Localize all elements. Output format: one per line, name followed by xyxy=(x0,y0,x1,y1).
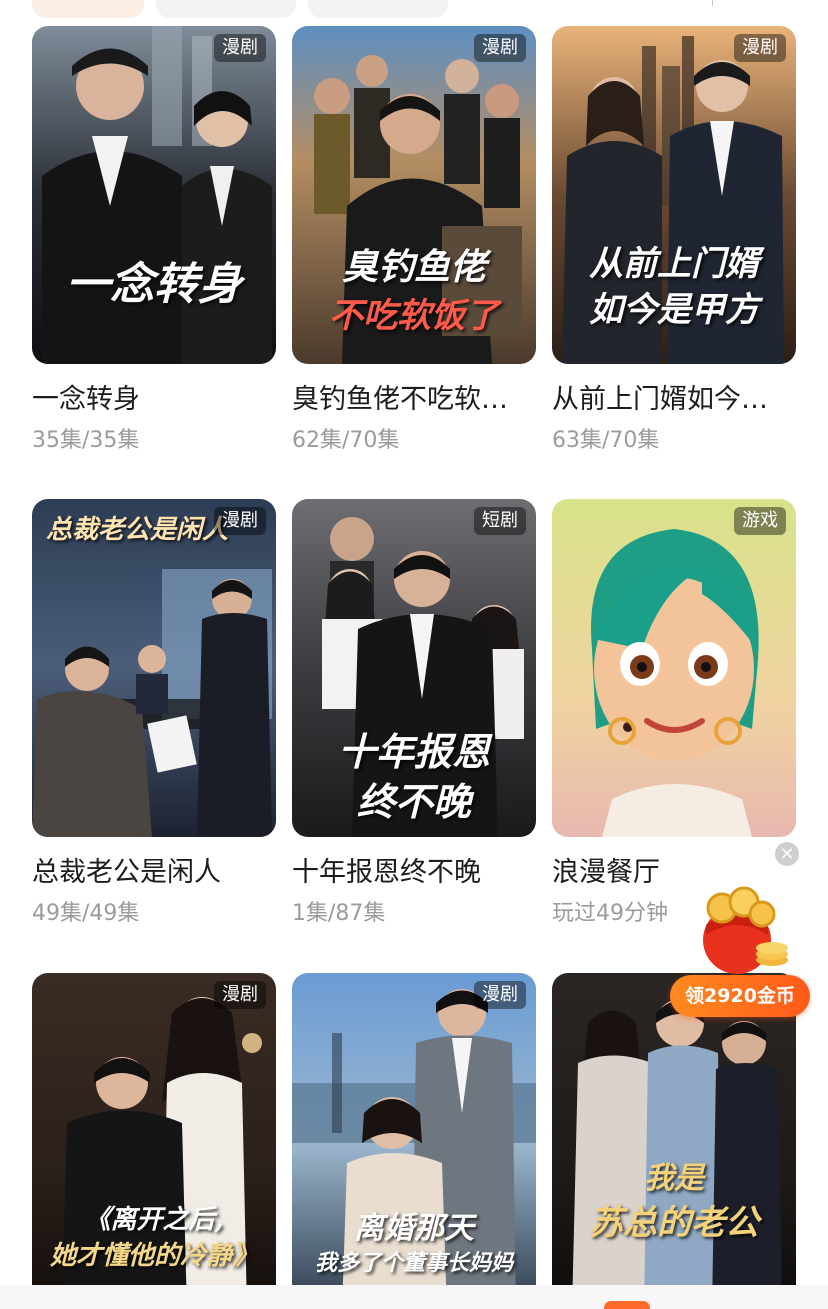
category-tag: 漫剧 xyxy=(214,34,266,62)
cover-title: 不吃软饭了 xyxy=(329,296,499,336)
episode-count: 63集/70集 xyxy=(552,428,660,453)
cover-image[interactable]: 《离开之后, 她才懂他的冷静》 漫剧 xyxy=(32,973,276,1309)
red-envelope-coin-icon[interactable] xyxy=(692,880,792,980)
card-title[interactable]: 总裁老公是闲人 xyxy=(32,855,276,891)
episode-count: 62集/70集 xyxy=(292,428,400,453)
drama-card[interactable]: 十年报恩 终不晚 短剧 十年报恩终不晚 1集/87集 xyxy=(292,499,536,929)
cover-image[interactable]: 我是 苏总的老公 xyxy=(552,973,796,1309)
cover-image[interactable]: 十年报恩 终不晚 短剧 xyxy=(292,499,536,837)
drama-card[interactable]: 我是 苏总的老公 xyxy=(552,973,796,1309)
cover-art xyxy=(32,499,276,837)
cover-title: 她才懂他的冷静》 xyxy=(49,1241,258,1271)
category-chip[interactable] xyxy=(308,0,448,18)
cover-title: 我是 xyxy=(644,1161,704,1196)
cover-title: 如今是甲方 xyxy=(589,290,759,330)
cover-image[interactable]: 离婚那天 我多了个董事长妈妈 漫剧 xyxy=(292,973,536,1309)
episode-count: 49集/49集 xyxy=(32,901,140,926)
cover-image[interactable]: 臭钓鱼佬 不吃软饭了 漫剧 xyxy=(292,26,536,364)
category-tag: 漫剧 xyxy=(214,981,266,1009)
category-tag: 漫剧 xyxy=(474,981,526,1009)
claim-coins-button[interactable]: 领2920金币 xyxy=(670,975,810,1017)
cover-title: 《离开之后, xyxy=(84,1205,224,1235)
drama-card[interactable]: 臭钓鱼佬 不吃软饭了 漫剧 臭钓鱼佬不吃软… 62集/70集 xyxy=(292,26,536,456)
close-icon[interactable]: × xyxy=(775,842,799,866)
bottom-indicator xyxy=(604,1301,650,1309)
category-chip[interactable] xyxy=(156,0,296,18)
cover-art xyxy=(32,26,276,364)
divider xyxy=(712,0,713,6)
category-tag: 短剧 xyxy=(474,507,526,535)
category-tag: 漫剧 xyxy=(734,34,786,62)
category-tag: 漫剧 xyxy=(214,507,266,535)
category-tag: 漫剧 xyxy=(474,34,526,62)
cover-image[interactable]: 一念转身 漫剧 xyxy=(32,26,276,364)
cover-title: 臭钓鱼佬 xyxy=(341,246,486,288)
cover-art xyxy=(552,973,796,1309)
drama-card[interactable]: 《离开之后, 她才懂他的冷静》 漫剧 xyxy=(32,973,276,1309)
feed-page: 一念转身 漫剧 一念转身 35集/35集 臭钓鱼佬 不吃软饭了 漫剧 臭钓鱼佬不… xyxy=(0,0,828,1309)
bottom-bar xyxy=(0,1285,828,1309)
category-tag: 游戏 xyxy=(734,507,786,535)
game-card[interactable]: 游戏 浪漫餐厅 玩过49分钟 xyxy=(552,499,796,929)
card-title[interactable]: 臭钓鱼佬不吃软… xyxy=(292,382,536,418)
cover-art xyxy=(552,499,796,837)
card-title[interactable]: 从前上门婿如今… xyxy=(552,382,796,418)
cover-title: 终不晚 xyxy=(356,779,471,824)
cover-image[interactable]: 从前上门婿 如今是甲方 漫剧 xyxy=(552,26,796,364)
cover-title: 十年报恩 xyxy=(337,729,490,774)
episode-count: 1集/87集 xyxy=(292,901,386,926)
drama-card[interactable]: 从前上门婿 如今是甲方 漫剧 从前上门婿如今… 63集/70集 xyxy=(552,26,796,456)
drama-card[interactable]: 离婚那天 我多了个董事长妈妈 漫剧 xyxy=(292,973,536,1309)
cover-title: 苏总的老公 xyxy=(589,1203,759,1243)
episode-count: 35集/35集 xyxy=(32,428,140,453)
category-chip[interactable] xyxy=(32,0,144,18)
cover-image[interactable]: 游戏 xyxy=(552,499,796,837)
cover-image[interactable]: 总裁老公是闲人 漫剧 xyxy=(32,499,276,837)
drama-card[interactable]: 一念转身 漫剧 一念转身 35集/35集 xyxy=(32,26,276,456)
cover-title: 一念转身 xyxy=(66,259,242,310)
cover-title: 我多了个董事长妈妈 xyxy=(314,1250,513,1276)
card-title[interactable]: 一念转身 xyxy=(32,382,276,418)
cover-title: 从前上门婿 xyxy=(589,244,759,284)
cover-title: 离婚那天 xyxy=(354,1211,474,1246)
card-title[interactable]: 十年报恩终不晚 xyxy=(292,855,536,891)
drama-card[interactable]: 总裁老公是闲人 漫剧 总裁老公是闲人 49集/49集 xyxy=(32,499,276,929)
